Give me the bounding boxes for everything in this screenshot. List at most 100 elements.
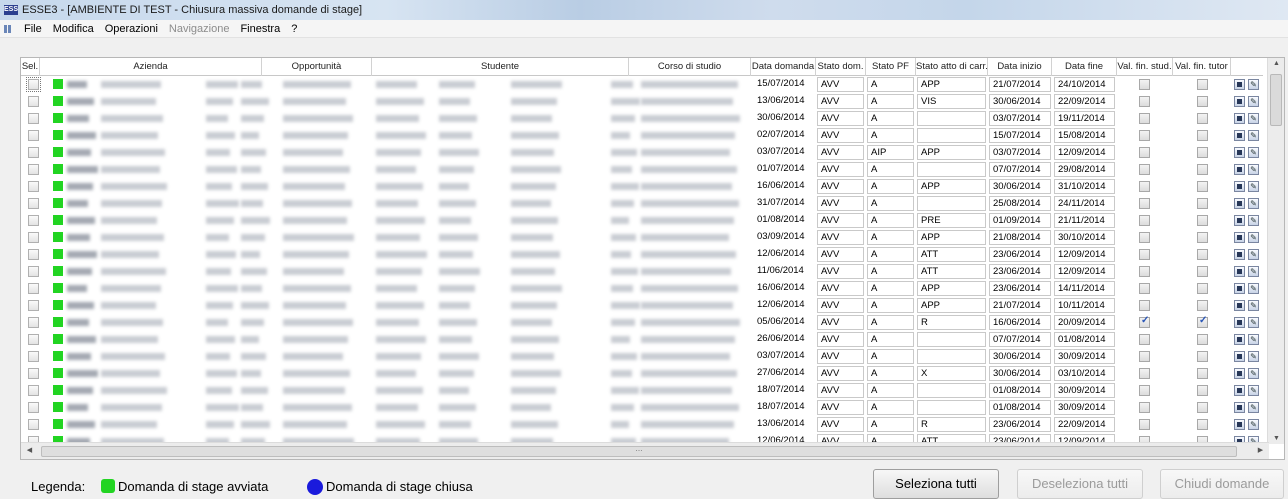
val-fin-tutor-checkbox[interactable] bbox=[1197, 402, 1208, 413]
menu-help[interactable]: ? bbox=[291, 23, 297, 35]
table-row[interactable]: 02/07/2014 AVV A 15/07/2014 15/08/2014 bbox=[21, 127, 1263, 144]
details-icon[interactable] bbox=[1234, 147, 1245, 158]
edit-icon[interactable] bbox=[1248, 402, 1259, 413]
table-row[interactable]: 15/07/2014 AVV A APP 21/07/2014 24/10/2014 bbox=[21, 76, 1263, 93]
col-header-studente[interactable]: Studente bbox=[372, 58, 629, 76]
val-fin-tutor-checkbox[interactable] bbox=[1197, 79, 1208, 90]
details-icon[interactable] bbox=[1234, 334, 1245, 345]
scroll-up-arrow-icon[interactable]: ▲ bbox=[1268, 60, 1285, 67]
details-icon[interactable] bbox=[1234, 385, 1245, 396]
details-icon[interactable] bbox=[1234, 96, 1245, 107]
row-select-checkbox[interactable] bbox=[28, 198, 39, 209]
details-icon[interactable] bbox=[1234, 130, 1245, 141]
val-fin-tutor-checkbox[interactable] bbox=[1197, 266, 1208, 277]
val-fin-stud-checkbox[interactable] bbox=[1139, 164, 1150, 175]
details-icon[interactable] bbox=[1234, 232, 1245, 243]
row-select-checkbox[interactable] bbox=[28, 283, 39, 294]
val-fin-tutor-checkbox[interactable] bbox=[1197, 351, 1208, 362]
edit-icon[interactable] bbox=[1248, 164, 1259, 175]
val-fin-stud-checkbox[interactable] bbox=[1139, 266, 1150, 277]
row-select-checkbox[interactable] bbox=[28, 232, 39, 243]
row-select-checkbox[interactable] bbox=[28, 113, 39, 124]
row-select-checkbox[interactable] bbox=[26, 77, 41, 92]
row-select-checkbox[interactable] bbox=[28, 419, 39, 430]
menu-file[interactable]: File bbox=[24, 23, 42, 35]
val-fin-stud-checkbox[interactable] bbox=[1139, 215, 1150, 226]
val-fin-tutor-checkbox[interactable] bbox=[1197, 181, 1208, 192]
details-icon[interactable] bbox=[1234, 249, 1245, 260]
table-row[interactable]: 18/07/2014 AVV A 01/08/2014 30/09/2014 bbox=[21, 399, 1263, 416]
col-header-val-stud[interactable]: Val. fin. stud. bbox=[1117, 58, 1173, 76]
details-icon[interactable] bbox=[1234, 419, 1245, 430]
val-fin-tutor-checkbox[interactable] bbox=[1197, 96, 1208, 107]
close-requests-button[interactable]: Chiudi domande bbox=[1160, 469, 1284, 499]
table-row[interactable]: 31/07/2014 AVV A 25/08/2014 24/11/2014 bbox=[21, 195, 1263, 212]
vertical-scrollbar[interactable]: ▲ ▼ bbox=[1267, 58, 1284, 444]
table-row[interactable]: 30/06/2014 AVV A 03/07/2014 19/11/2014 bbox=[21, 110, 1263, 127]
val-fin-stud-checkbox[interactable] bbox=[1139, 402, 1150, 413]
table-row[interactable]: 16/06/2014 AVV A APP 30/06/2014 31/10/2014 bbox=[21, 178, 1263, 195]
val-fin-stud-checkbox[interactable] bbox=[1139, 419, 1150, 430]
col-header-data-fine[interactable]: Data fine bbox=[1052, 58, 1117, 76]
details-icon[interactable] bbox=[1234, 79, 1245, 90]
val-fin-stud-checkbox[interactable] bbox=[1139, 147, 1150, 158]
col-header-corso[interactable]: Corso di studio bbox=[629, 58, 751, 76]
table-row[interactable]: 03/07/2014 AVV AIP APP 03/07/2014 12/09/2014 bbox=[21, 144, 1263, 161]
table-row[interactable]: 03/07/2014 AVV A 30/06/2014 30/09/2014 bbox=[21, 348, 1263, 365]
edit-icon[interactable] bbox=[1248, 300, 1259, 311]
edit-icon[interactable] bbox=[1248, 317, 1259, 328]
details-icon[interactable] bbox=[1234, 266, 1245, 277]
edit-icon[interactable] bbox=[1248, 96, 1259, 107]
details-icon[interactable] bbox=[1234, 351, 1245, 362]
details-icon[interactable] bbox=[1234, 368, 1245, 379]
mdi-child-window-icon[interactable] bbox=[4, 23, 18, 35]
row-select-checkbox[interactable] bbox=[28, 300, 39, 311]
row-select-checkbox[interactable] bbox=[28, 147, 39, 158]
edit-icon[interactable] bbox=[1248, 79, 1259, 90]
edit-icon[interactable] bbox=[1248, 147, 1259, 158]
details-icon[interactable] bbox=[1234, 215, 1245, 226]
row-select-checkbox[interactable] bbox=[28, 334, 39, 345]
val-fin-tutor-checkbox[interactable] bbox=[1197, 334, 1208, 345]
row-select-checkbox[interactable] bbox=[28, 266, 39, 277]
col-header-stato-dom[interactable]: Stato dom. bbox=[816, 58, 866, 76]
edit-icon[interactable] bbox=[1248, 215, 1259, 226]
edit-icon[interactable] bbox=[1248, 181, 1259, 192]
val-fin-stud-checkbox[interactable] bbox=[1139, 79, 1150, 90]
row-select-checkbox[interactable] bbox=[28, 164, 39, 175]
table-row[interactable]: 03/09/2014 AVV A APP 21/08/2014 30/10/2014 bbox=[21, 229, 1263, 246]
table-row[interactable]: 26/06/2014 AVV A 07/07/2014 01/08/2014 bbox=[21, 331, 1263, 348]
details-icon[interactable] bbox=[1234, 317, 1245, 328]
val-fin-stud-checkbox[interactable] bbox=[1139, 130, 1150, 141]
details-icon[interactable] bbox=[1234, 300, 1245, 311]
edit-icon[interactable] bbox=[1248, 351, 1259, 362]
row-select-checkbox[interactable] bbox=[28, 249, 39, 260]
details-icon[interactable] bbox=[1234, 164, 1245, 175]
details-icon[interactable] bbox=[1234, 402, 1245, 413]
table-row[interactable]: 16/06/2014 AVV A APP 23/06/2014 14/11/2014 bbox=[21, 280, 1263, 297]
edit-icon[interactable] bbox=[1248, 334, 1259, 345]
val-fin-stud-checkbox[interactable] bbox=[1139, 181, 1150, 192]
table-row[interactable]: 13/06/2014 AVV A R 23/06/2014 22/09/2014 bbox=[21, 416, 1263, 433]
select-all-button[interactable]: Seleziona tutti bbox=[873, 469, 999, 499]
val-fin-tutor-checkbox[interactable] bbox=[1197, 315, 1208, 328]
val-fin-tutor-checkbox[interactable] bbox=[1197, 385, 1208, 396]
val-fin-tutor-checkbox[interactable] bbox=[1197, 300, 1208, 311]
val-fin-stud-checkbox[interactable] bbox=[1139, 300, 1150, 311]
val-fin-stud-checkbox[interactable] bbox=[1139, 283, 1150, 294]
row-select-checkbox[interactable] bbox=[28, 96, 39, 107]
col-header-stato-pf[interactable]: Stato PF bbox=[866, 58, 916, 76]
edit-icon[interactable] bbox=[1248, 130, 1259, 141]
menu-finestra[interactable]: Finestra bbox=[240, 23, 280, 35]
scroll-down-arrow-icon[interactable]: ▼ bbox=[1268, 435, 1285, 442]
edit-icon[interactable] bbox=[1248, 283, 1259, 294]
val-fin-tutor-checkbox[interactable] bbox=[1197, 147, 1208, 158]
edit-icon[interactable] bbox=[1248, 419, 1259, 430]
row-select-checkbox[interactable] bbox=[28, 368, 39, 379]
table-row[interactable]: 27/06/2014 AVV A X 30/06/2014 03/10/2014 bbox=[21, 365, 1263, 382]
col-header-val-tutor[interactable]: Val. fin. tutor bbox=[1173, 58, 1231, 76]
menu-modifica[interactable]: Modifica bbox=[53, 23, 94, 35]
row-select-checkbox[interactable] bbox=[28, 351, 39, 362]
val-fin-tutor-checkbox[interactable] bbox=[1197, 232, 1208, 243]
row-select-checkbox[interactable] bbox=[28, 215, 39, 226]
